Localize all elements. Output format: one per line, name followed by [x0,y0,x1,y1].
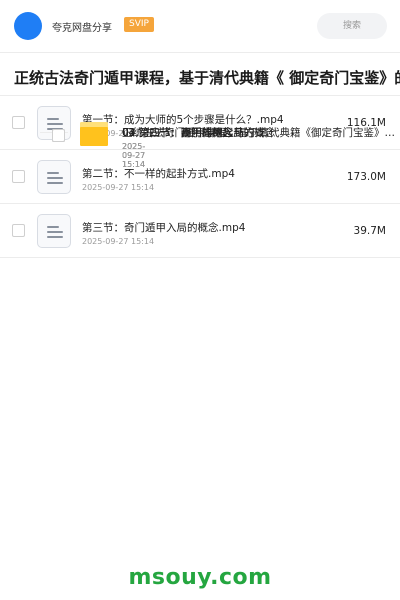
item-name: 04.第四节：阴阳的概念 [122,127,234,139]
folder-icon [80,122,108,146]
row-checkbox[interactable] [12,224,25,237]
folder-row[interactable]: 04.第四节：阴阳的概念 2025-09-27 15:14 [40,109,233,169]
svip-badge: SVIP [124,17,154,32]
watermark: msouy.com [128,565,272,590]
username: 夸克网盘分享 [52,23,112,34]
file-list: 正统古法奇门遁甲课程，基于清代典籍《御定奇门宝鉴》… 2025-09-27 15:… [0,96,400,258]
video-file-icon [37,214,71,248]
page-title: 正统古法奇门遁甲课程，基于清代典籍《 御定奇门宝鉴》的 [14,69,400,87]
item-name: 第三节：奇门遁甲入局的概念.mp4 [82,222,246,234]
item-date: 2025-09-27 15:14 [122,142,146,169]
row-checkbox[interactable] [12,170,25,183]
row-checkbox[interactable] [12,116,25,129]
item-size: 39.7M [353,225,386,237]
item-size: 173.0M [346,171,386,183]
file-row[interactable]: 第二节：不一样的起卦方式.mp4 2025-09-27 15:14 173.0M [0,150,400,204]
item-date: 2025-09-27 15:14 [82,183,155,192]
row-checkbox[interactable] [52,129,65,142]
header-divider [0,52,400,53]
file-row[interactable]: 第三节：奇门遁甲入局的概念.mp4 2025-09-27 15:14 39.7M [0,204,400,258]
item-name: 第二节：不一样的起卦方式.mp4 [82,168,235,180]
avatar[interactable] [14,12,42,40]
item-date: 2025-09-27 15:14 [82,237,155,246]
video-file-icon [37,160,71,194]
header: 夸克网盘分享 SVIP 搜索 [0,0,400,52]
search-input[interactable]: 搜索 [317,13,387,39]
